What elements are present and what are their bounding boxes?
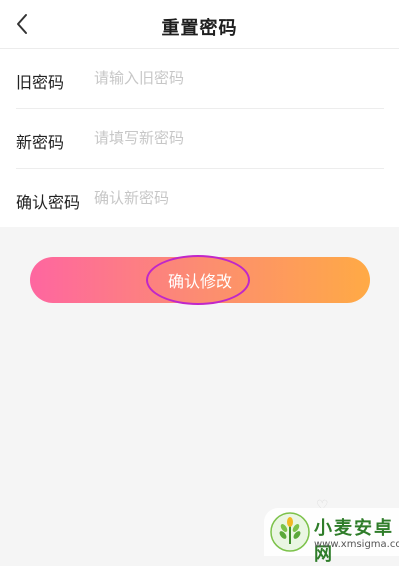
old-password-input[interactable]	[94, 63, 374, 93]
watermark: 小麦安卓网 www.xmsigma.com	[264, 508, 399, 565]
new-password-row: 新密码	[16, 109, 384, 169]
new-password-input[interactable]	[94, 123, 374, 153]
old-password-label: 旧密码	[16, 73, 65, 92]
page-title: 重置密码	[161, 18, 238, 39]
confirm-password-label: 确认密码	[16, 193, 81, 212]
new-password-label: 新密码	[16, 133, 65, 152]
password-form: 旧密码 新密码 确认密码	[0, 49, 399, 227]
nav-header: 重置密码	[0, 0, 399, 49]
old-password-row: 旧密码	[16, 49, 384, 109]
confirm-password-input[interactable]	[94, 183, 374, 213]
confirm-password-row: 确认密码	[16, 169, 384, 228]
wheat-logo-icon	[270, 512, 310, 552]
confirm-change-button[interactable]: 确认修改	[30, 257, 370, 303]
watermark-url: www.xmsigma.com	[314, 539, 399, 550]
